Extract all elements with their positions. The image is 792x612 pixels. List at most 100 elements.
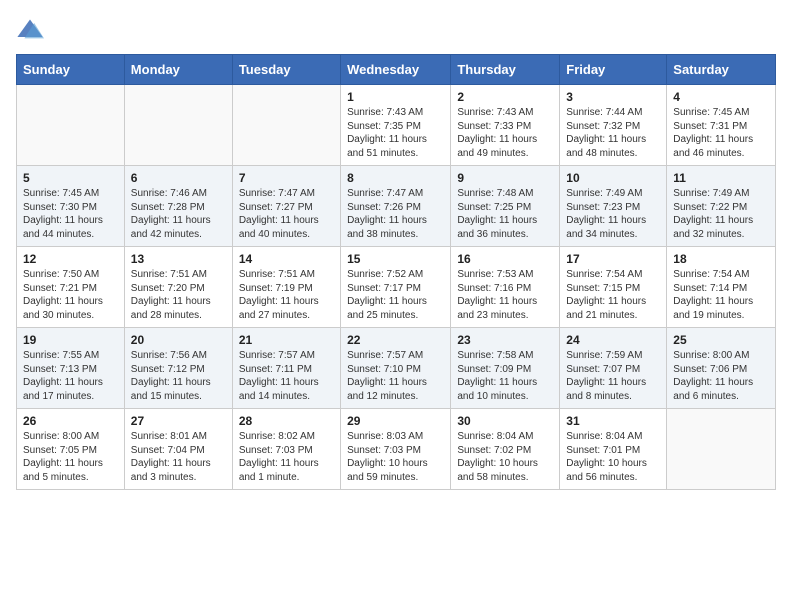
calendar-cell: 23 Sunrise: 7:58 AM Sunset: 7:09 PM Dayli… (451, 328, 560, 409)
day-number: 29 (347, 414, 444, 428)
day-number: 7 (239, 171, 334, 185)
day-number: 1 (347, 90, 444, 104)
day-number: 13 (131, 252, 226, 266)
calendar-cell: 7 Sunrise: 7:47 AM Sunset: 7:27 PM Daylig… (232, 166, 340, 247)
day-number: 27 (131, 414, 226, 428)
cell-content: Sunrise: 7:56 AM Sunset: 7:12 PM Dayligh… (131, 349, 226, 403)
day-number: 23 (457, 333, 553, 347)
cell-content: Sunrise: 8:01 AM Sunset: 7:04 PM Dayligh… (131, 430, 226, 484)
calendar-header-row: SundayMondayTuesdayWednesdayThursdayFrid… (17, 55, 776, 85)
day-number: 2 (457, 90, 553, 104)
day-number: 11 (673, 171, 769, 185)
cell-content: Sunrise: 7:48 AM Sunset: 7:25 PM Dayligh… (457, 187, 553, 241)
day-number: 9 (457, 171, 553, 185)
calendar-table: SundayMondayTuesdayWednesdayThursdayFrid… (16, 54, 776, 490)
calendar-cell: 11 Sunrise: 7:49 AM Sunset: 7:22 PM Dayli… (667, 166, 776, 247)
day-number: 28 (239, 414, 334, 428)
calendar-cell (124, 85, 232, 166)
calendar-cell: 24 Sunrise: 7:59 AM Sunset: 7:07 PM Dayli… (560, 328, 667, 409)
cell-content: Sunrise: 7:47 AM Sunset: 7:27 PM Dayligh… (239, 187, 334, 241)
calendar-cell: 8 Sunrise: 7:47 AM Sunset: 7:26 PM Daylig… (341, 166, 451, 247)
day-of-week-header: Thursday (451, 55, 560, 85)
calendar-cell: 20 Sunrise: 7:56 AM Sunset: 7:12 PM Dayli… (124, 328, 232, 409)
cell-content: Sunrise: 7:54 AM Sunset: 7:14 PM Dayligh… (673, 268, 769, 322)
cell-content: Sunrise: 8:03 AM Sunset: 7:03 PM Dayligh… (347, 430, 444, 484)
cell-content: Sunrise: 7:46 AM Sunset: 7:28 PM Dayligh… (131, 187, 226, 241)
cell-content: Sunrise: 7:50 AM Sunset: 7:21 PM Dayligh… (23, 268, 118, 322)
day-number: 12 (23, 252, 118, 266)
calendar-cell: 2 Sunrise: 7:43 AM Sunset: 7:33 PM Daylig… (451, 85, 560, 166)
cell-content: Sunrise: 7:57 AM Sunset: 7:11 PM Dayligh… (239, 349, 334, 403)
cell-content: Sunrise: 7:43 AM Sunset: 7:33 PM Dayligh… (457, 106, 553, 160)
day-number: 26 (23, 414, 118, 428)
logo-icon (16, 16, 44, 44)
calendar-cell: 13 Sunrise: 7:51 AM Sunset: 7:20 PM Dayli… (124, 247, 232, 328)
cell-content: Sunrise: 7:43 AM Sunset: 7:35 PM Dayligh… (347, 106, 444, 160)
calendar-cell: 18Sunrise: 7:54 AM Sunset: 7:14 PM Dayli… (667, 247, 776, 328)
calendar-week-row: 1 Sunrise: 7:43 AM Sunset: 7:35 PM Daylig… (17, 85, 776, 166)
cell-content: Sunrise: 7:49 AM Sunset: 7:23 PM Dayligh… (566, 187, 660, 241)
calendar-cell: 19 Sunrise: 7:55 AM Sunset: 7:13 PM Dayli… (17, 328, 125, 409)
day-number: 20 (131, 333, 226, 347)
calendar-cell: 3 Sunrise: 7:44 AM Sunset: 7:32 PM Daylig… (560, 85, 667, 166)
cell-content: Sunrise: 7:53 AM Sunset: 7:16 PM Dayligh… (457, 268, 553, 322)
day-of-week-header: Sunday (17, 55, 125, 85)
cell-content: Sunrise: 7:52 AM Sunset: 7:17 PM Dayligh… (347, 268, 444, 322)
cell-content: Sunrise: 7:58 AM Sunset: 7:09 PM Dayligh… (457, 349, 553, 403)
day-number: 14 (239, 252, 334, 266)
cell-content: Sunrise: 7:45 AM Sunset: 7:31 PM Dayligh… (673, 106, 769, 160)
calendar-cell: 21 Sunrise: 7:57 AM Sunset: 7:11 PM Dayli… (232, 328, 340, 409)
calendar-cell: 12 Sunrise: 7:50 AM Sunset: 7:21 PM Dayli… (17, 247, 125, 328)
calendar-cell (17, 85, 125, 166)
calendar-cell: 10 Sunrise: 7:49 AM Sunset: 7:23 PM Dayli… (560, 166, 667, 247)
day-of-week-header: Monday (124, 55, 232, 85)
calendar-cell: 9 Sunrise: 7:48 AM Sunset: 7:25 PM Daylig… (451, 166, 560, 247)
calendar-cell (232, 85, 340, 166)
day-number: 4 (673, 90, 769, 104)
calendar-cell: 16Sunrise: 7:53 AM Sunset: 7:16 PM Dayli… (451, 247, 560, 328)
cell-content: Sunrise: 7:49 AM Sunset: 7:22 PM Dayligh… (673, 187, 769, 241)
day-of-week-header: Wednesday (341, 55, 451, 85)
day-number: 24 (566, 333, 660, 347)
calendar-cell: 5Sunrise: 7:45 AM Sunset: 7:30 PM Daylig… (17, 166, 125, 247)
day-number: 21 (239, 333, 334, 347)
calendar-cell: 25Sunrise: 8:00 AM Sunset: 7:06 PM Dayli… (667, 328, 776, 409)
calendar-cell: 27 Sunrise: 8:01 AM Sunset: 7:04 PM Dayli… (124, 409, 232, 490)
day-number: 19 (23, 333, 118, 347)
cell-content: Sunrise: 7:47 AM Sunset: 7:26 PM Dayligh… (347, 187, 444, 241)
day-number: 17 (566, 252, 660, 266)
cell-content: Sunrise: 7:51 AM Sunset: 7:19 PM Dayligh… (239, 268, 334, 322)
calendar-cell (667, 409, 776, 490)
day-of-week-header: Tuesday (232, 55, 340, 85)
day-number: 31 (566, 414, 660, 428)
calendar-week-row: 26 Sunrise: 8:00 AM Sunset: 7:05 PM Dayli… (17, 409, 776, 490)
cell-content: Sunrise: 7:59 AM Sunset: 7:07 PM Dayligh… (566, 349, 660, 403)
calendar-cell: 29 Sunrise: 8:03 AM Sunset: 7:03 PM Dayli… (341, 409, 451, 490)
calendar-cell: 1 Sunrise: 7:43 AM Sunset: 7:35 PM Daylig… (341, 85, 451, 166)
day-number: 30 (457, 414, 553, 428)
day-number: 22 (347, 333, 444, 347)
calendar-cell: 30 Sunrise: 8:04 AM Sunset: 7:02 PM Dayli… (451, 409, 560, 490)
day-number: 6 (131, 171, 226, 185)
cell-content: Sunrise: 8:00 AM Sunset: 7:05 PM Dayligh… (23, 430, 118, 484)
calendar-cell: 28 Sunrise: 8:02 AM Sunset: 7:03 PM Dayli… (232, 409, 340, 490)
logo (16, 16, 50, 44)
cell-content: Sunrise: 7:55 AM Sunset: 7:13 PM Dayligh… (23, 349, 118, 403)
day-number: 5 (23, 171, 118, 185)
cell-content: Sunrise: 8:04 AM Sunset: 7:02 PM Dayligh… (457, 430, 553, 484)
calendar-cell: 22 Sunrise: 7:57 AM Sunset: 7:10 PM Dayli… (341, 328, 451, 409)
cell-content: Sunrise: 7:44 AM Sunset: 7:32 PM Dayligh… (566, 106, 660, 160)
calendar-week-row: 19 Sunrise: 7:55 AM Sunset: 7:13 PM Dayli… (17, 328, 776, 409)
calendar-week-row: 5Sunrise: 7:45 AM Sunset: 7:30 PM Daylig… (17, 166, 776, 247)
day-of-week-header: Friday (560, 55, 667, 85)
day-number: 25 (673, 333, 769, 347)
cell-content: Sunrise: 7:57 AM Sunset: 7:10 PM Dayligh… (347, 349, 444, 403)
day-number: 10 (566, 171, 660, 185)
cell-content: Sunrise: 8:02 AM Sunset: 7:03 PM Dayligh… (239, 430, 334, 484)
day-of-week-header: Saturday (667, 55, 776, 85)
calendar-week-row: 12 Sunrise: 7:50 AM Sunset: 7:21 PM Dayli… (17, 247, 776, 328)
cell-content: Sunrise: 7:54 AM Sunset: 7:15 PM Dayligh… (566, 268, 660, 322)
day-number: 8 (347, 171, 444, 185)
day-number: 3 (566, 90, 660, 104)
cell-content: Sunrise: 7:51 AM Sunset: 7:20 PM Dayligh… (131, 268, 226, 322)
